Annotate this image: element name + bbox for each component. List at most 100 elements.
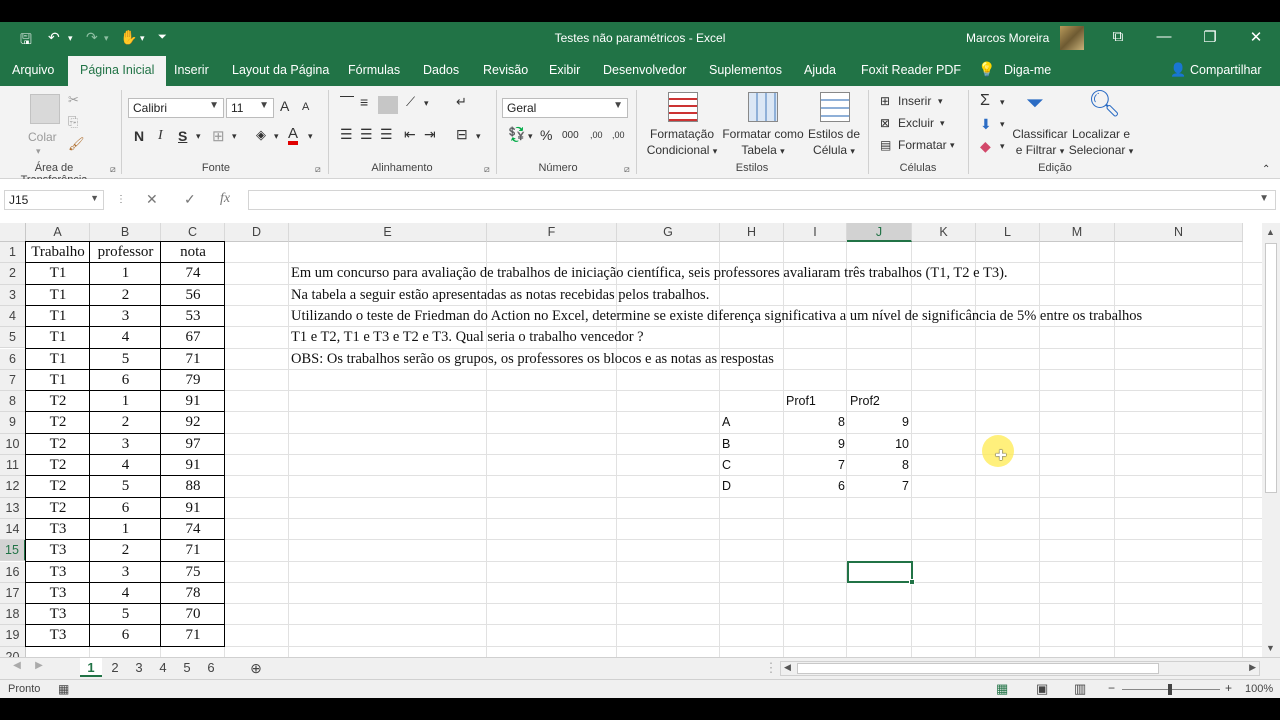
- insert-function-button[interactable]: fx: [220, 191, 230, 207]
- row-header-8[interactable]: 8: [0, 391, 26, 413]
- table-cell[interactable]: T3: [26, 562, 90, 583]
- tab-desenvolvedor[interactable]: Desenvolvedor: [603, 63, 686, 77]
- row-header-19[interactable]: 19: [0, 625, 26, 647]
- table-cell[interactable]: T1: [26, 349, 90, 370]
- scroll-left-icon[interactable]: ◀: [784, 662, 791, 673]
- column-header-n[interactable]: N: [1115, 223, 1243, 242]
- clear-icon[interactable]: ◆: [980, 138, 991, 155]
- tab-layout-da-pagina[interactable]: Layout da Página: [232, 63, 329, 77]
- table-cell[interactable]: 4: [90, 583, 161, 604]
- fill-color-icon[interactable]: ◈: [256, 127, 266, 143]
- column-header-m[interactable]: M: [1040, 223, 1115, 242]
- enter-icon[interactable]: ✓: [184, 191, 196, 208]
- table-cell[interactable]: 91: [161, 455, 225, 476]
- sheet-tab-1[interactable]: 1: [80, 658, 102, 677]
- table-cell[interactable]: T2: [26, 476, 90, 497]
- table-cell[interactable]: 2: [90, 285, 161, 306]
- conditional-formatting-button[interactable]: Formatação Condicional ▾: [644, 126, 720, 159]
- insert-cells-icon[interactable]: ⊞: [880, 94, 890, 108]
- page-break-view-icon[interactable]: ▥: [1074, 681, 1086, 697]
- table-cell[interactable]: T1: [26, 285, 90, 306]
- table-cell[interactable]: 75: [161, 562, 225, 583]
- tab-dados[interactable]: Dados: [423, 63, 459, 77]
- zoom-out-icon[interactable]: −: [1108, 681, 1115, 695]
- table-cell[interactable]: 91: [161, 391, 225, 412]
- font-color-dropdown-icon[interactable]: ▾: [308, 131, 313, 142]
- table-cell[interactable]: T3: [26, 519, 90, 540]
- table-cell[interactable]: T2: [26, 391, 90, 412]
- horizontal-scrollbar[interactable]: ◀ ▶: [780, 661, 1260, 676]
- row-header-1[interactable]: 1: [0, 242, 26, 264]
- prev-sheet-icon[interactable]: ◀: [6, 660, 28, 671]
- vertical-scroll-thumb[interactable]: [1265, 243, 1277, 493]
- zoom-in-icon[interactable]: +: [1225, 681, 1232, 695]
- row-header-18[interactable]: 18: [0, 604, 26, 626]
- number-launcher-icon[interactable]: ⧄: [624, 164, 630, 175]
- cell-styles-icon[interactable]: [820, 92, 850, 122]
- row-header-2[interactable]: 2: [0, 263, 26, 285]
- format-painter-icon[interactable]: 🖌: [68, 136, 85, 152]
- tab-splitter-icon[interactable]: ⋮: [760, 660, 782, 676]
- autosum-icon[interactable]: Σ: [980, 92, 990, 110]
- row-header-12[interactable]: 12: [0, 476, 26, 498]
- clear-dropdown-icon[interactable]: ▾: [1000, 141, 1005, 152]
- worksheet-grid[interactable]: ABCDEFGHIJKLMN 1 2 3 4 5 6 7 8 9 10 11 12 13 14 15 16 17…: [0, 223, 1262, 657]
- align-middle-icon[interactable]: ≡: [360, 94, 368, 110]
- restore-icon[interactable]: ❐: [1200, 28, 1220, 46]
- table-cell[interactable]: 71: [161, 540, 225, 561]
- insert-cells-button[interactable]: Inserir: [898, 94, 931, 108]
- table-header-cell[interactable]: nota: [161, 242, 225, 263]
- borders-icon[interactable]: ⊞: [212, 127, 225, 145]
- column-header-j[interactable]: J: [847, 223, 912, 242]
- scroll-down-icon[interactable]: ▼: [1266, 643, 1275, 653]
- align-center-icon[interactable]: ☰: [360, 126, 373, 143]
- table-cell[interactable]: 1: [90, 391, 161, 412]
- copy-icon[interactable]: ⎘: [68, 114, 78, 130]
- currency-dropdown-icon[interactable]: ▾: [528, 131, 533, 142]
- table-cell[interactable]: 97: [161, 434, 225, 455]
- name-box[interactable]: J15 ▼: [4, 190, 104, 210]
- delete-cells-icon[interactable]: ⊠: [880, 116, 890, 130]
- table-cell[interactable]: 1: [90, 519, 161, 540]
- sort-filter-icon[interactable]: ⏷: [1026, 90, 1044, 116]
- table-cell[interactable]: 56: [161, 285, 225, 306]
- table-cell[interactable]: 5: [90, 476, 161, 497]
- format-as-table-icon[interactable]: [748, 92, 778, 122]
- table-cell[interactable]: T2: [26, 498, 90, 519]
- table-cell[interactable]: 92: [161, 412, 225, 433]
- table-cell[interactable]: T2: [26, 412, 90, 433]
- user-name[interactable]: Marcos Moreira: [966, 31, 1049, 45]
- format-as-table-button[interactable]: Formatar como Tabela ▾: [720, 126, 806, 159]
- number-format-select[interactable]: Geral ▼: [502, 98, 628, 118]
- table-cell[interactable]: 1: [90, 263, 161, 284]
- sheet-tab-5[interactable]: 5: [176, 660, 198, 675]
- table-cell[interactable]: 88: [161, 476, 225, 497]
- table-cell[interactable]: 71: [161, 625, 225, 646]
- table-cell[interactable]: 5: [90, 349, 161, 370]
- minimize-icon[interactable]: —: [1154, 28, 1174, 45]
- table-cell[interactable]: T3: [26, 583, 90, 604]
- column-header-a[interactable]: A: [26, 223, 90, 242]
- table-cell[interactable]: T1: [26, 263, 90, 284]
- insert-dropdown-icon[interactable]: ▾: [938, 96, 943, 107]
- table-cell[interactable]: 53: [161, 306, 225, 327]
- scroll-up-icon[interactable]: ▲: [1266, 227, 1275, 237]
- column-header-c[interactable]: C: [161, 223, 225, 242]
- table-cell[interactable]: T3: [26, 540, 90, 561]
- row-header-17[interactable]: 17: [0, 582, 26, 605]
- cell-styles-button[interactable]: Estilos de Célula ▾: [804, 126, 864, 159]
- table-cell[interactable]: 4: [90, 455, 161, 476]
- horizontal-scroll-thumb[interactable]: [797, 663, 1159, 674]
- format-dropdown-icon[interactable]: ▾: [950, 140, 955, 151]
- row-header-6[interactable]: 6: [0, 348, 26, 370]
- table-cell[interactable]: 2: [90, 540, 161, 561]
- font-name-select[interactable]: Calibri ▼: [128, 98, 224, 118]
- column-header-f[interactable]: F: [487, 223, 617, 242]
- table-cell[interactable]: 3: [90, 306, 161, 327]
- paste-dropdown-icon[interactable]: ▾: [36, 146, 41, 157]
- underline-button[interactable]: S: [178, 128, 187, 144]
- align-top-icon[interactable]: ⎺: [340, 94, 354, 111]
- table-cell[interactable]: T1: [26, 306, 90, 327]
- table-cell[interactable]: T1: [26, 327, 90, 348]
- fill-handle[interactable]: [909, 579, 915, 585]
